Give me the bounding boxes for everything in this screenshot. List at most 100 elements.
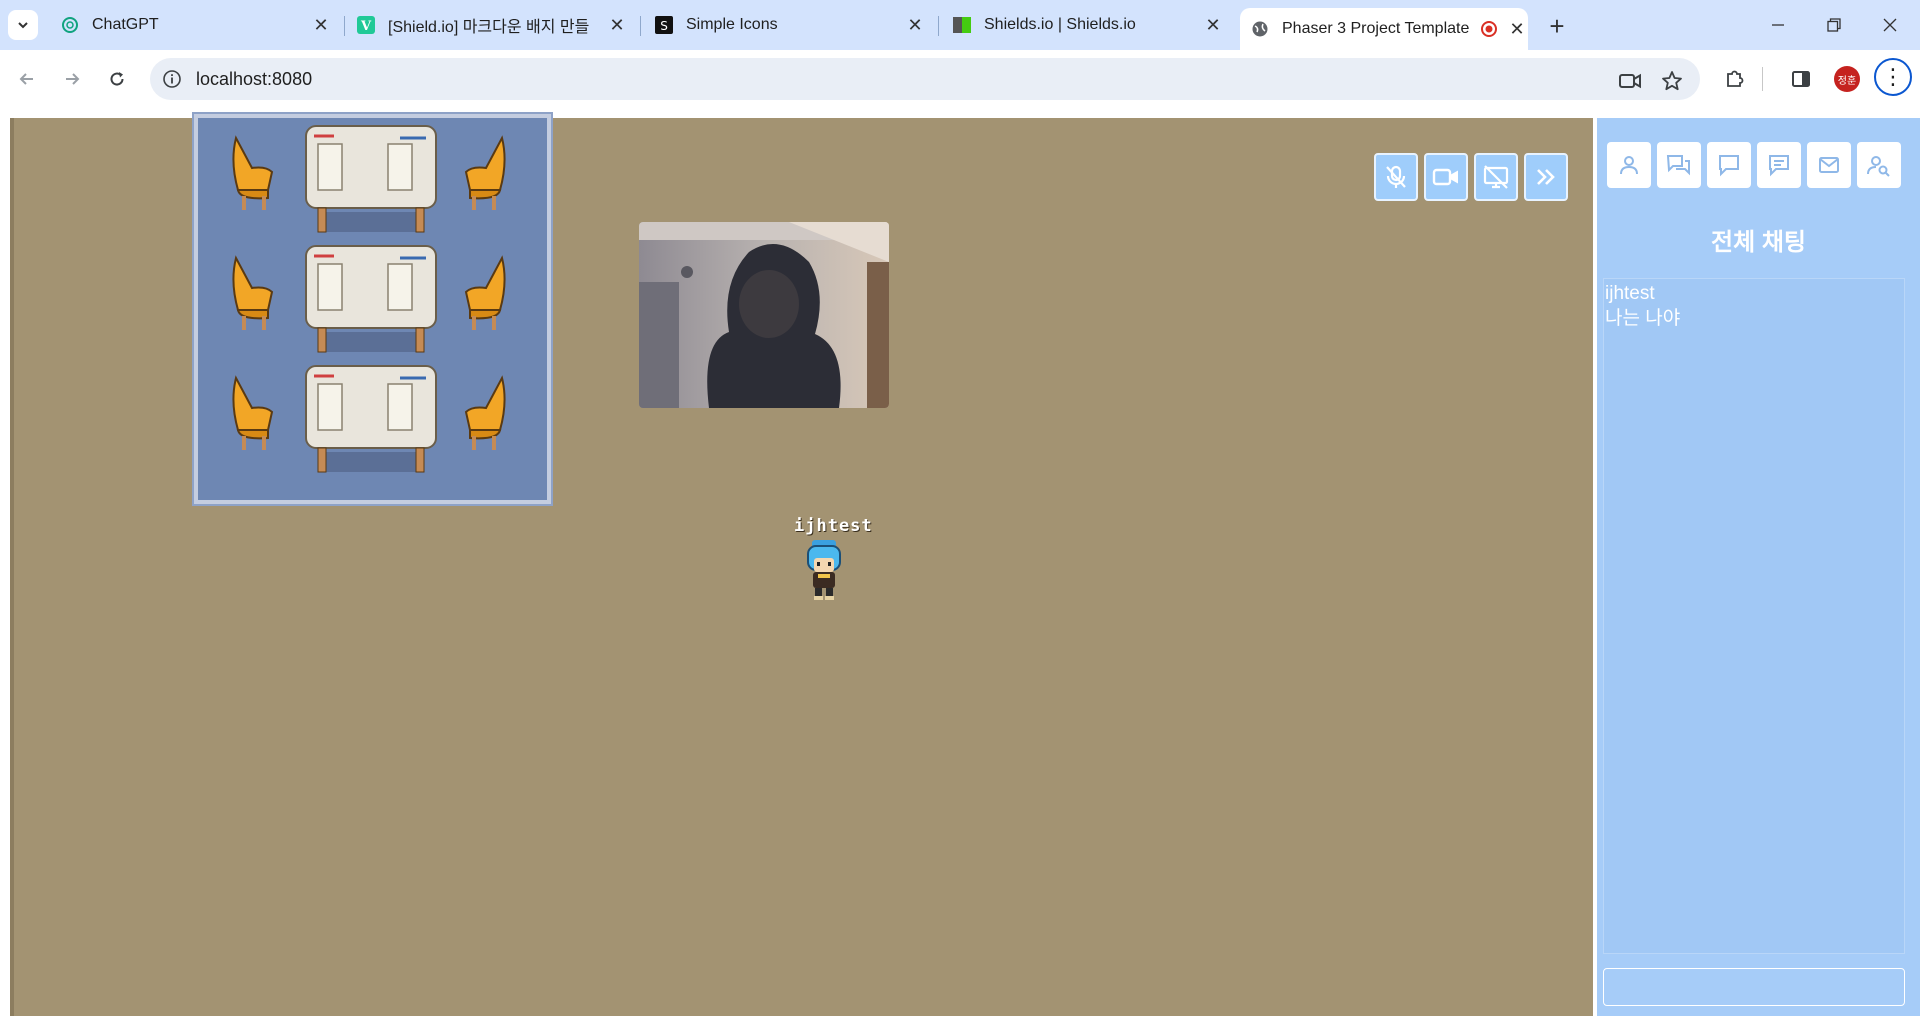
close-icon[interactable]: ✕ — [310, 14, 332, 36]
mic-toggle-button[interactable] — [1374, 153, 1418, 201]
webcam-image — [639, 222, 889, 408]
chair-icon — [232, 255, 274, 330]
player-name-label: ijhtest — [794, 516, 873, 536]
simple-icons-icon: S — [654, 15, 674, 35]
tab-title: Shields.io | Shields.io — [984, 16, 1136, 33]
globe-icon — [1250, 19, 1270, 39]
back-button[interactable] — [12, 64, 42, 94]
chat-message: ijhtest 나는 나야 — [1605, 281, 1903, 331]
tab-simple-icons[interactable]: S Simple Icons ✕ — [654, 8, 926, 42]
tab-title: ChatGPT — [92, 16, 159, 33]
tab-separator — [640, 16, 641, 36]
chat-log: ijhtest 나는 나야 — [1603, 278, 1905, 954]
chair-icon — [464, 255, 506, 330]
side-panel-icon — [1792, 71, 1810, 87]
minimize-icon — [1772, 24, 1784, 26]
toolbar-divider — [1762, 67, 1763, 91]
tab-title: Simple Icons — [686, 16, 778, 33]
svg-text:V: V — [360, 19, 372, 34]
velog-icon: V — [356, 15, 376, 35]
chatgpt-icon — [60, 15, 80, 35]
chat-input[interactable] — [1603, 968, 1905, 1006]
tab-strip: ChatGPT ✕ V [Shield.io] 마크다운 배지 만들 ✕ S S… — [0, 0, 1920, 50]
puzzle-icon — [1727, 70, 1744, 87]
desk-icon — [305, 365, 437, 473]
chats-icon — [1666, 155, 1690, 176]
mail-button[interactable] — [1807, 142, 1851, 188]
message-text-icon — [1769, 155, 1789, 177]
tab-separator — [344, 16, 345, 36]
chat-button[interactable] — [1707, 142, 1751, 188]
chair-icon — [232, 375, 274, 450]
chevron-down-icon — [18, 22, 28, 29]
chair-icon — [464, 135, 506, 210]
chat-rooms-button[interactable] — [1657, 142, 1701, 188]
camera-in-use-icon[interactable] — [1618, 69, 1642, 93]
desk-group — [228, 124, 518, 234]
tab-separator — [938, 16, 939, 36]
chair-icon — [232, 135, 274, 210]
chat-text: 나는 나야 — [1605, 308, 1681, 329]
webcam-video — [639, 222, 889, 408]
page-viewport: ijhtest 전체 채팅 ijhtest 나는 나야 — [0, 108, 1920, 1030]
desk-group — [228, 244, 518, 354]
close-icon[interactable]: ✕ — [606, 14, 628, 36]
expand-panel-button[interactable] — [1524, 153, 1568, 201]
mic-off-icon — [1386, 165, 1406, 188]
user-search-icon — [1867, 156, 1890, 177]
arrow-left-icon — [19, 73, 33, 85]
reload-button[interactable] — [102, 64, 132, 94]
screen-share-off-icon — [1483, 165, 1509, 189]
bookmark-star-icon[interactable] — [1660, 69, 1684, 93]
url-text: localhost:8080 — [196, 69, 313, 89]
address-bar[interactable]: localhost:8080 — [150, 58, 1700, 100]
chat-bubble-icon — [1719, 155, 1739, 177]
restore-icon — [1827, 18, 1841, 32]
video-toggle-button[interactable] — [1424, 153, 1468, 201]
forward-button[interactable] — [57, 64, 87, 94]
tab-search-button[interactable] — [8, 10, 38, 40]
desk-icon — [305, 125, 437, 233]
tab-title: Phaser 3 Project Template — [1282, 20, 1470, 37]
screen-share-button[interactable] — [1474, 153, 1518, 201]
messages-button[interactable] — [1757, 142, 1801, 188]
desk-icon — [305, 245, 437, 353]
svg-text:S: S — [660, 19, 668, 33]
close-icon[interactable]: ✕ — [1202, 14, 1224, 36]
player-avatar — [807, 540, 841, 600]
mail-icon — [1819, 157, 1839, 173]
minimize-button[interactable] — [1758, 10, 1798, 40]
close-icon — [1883, 18, 1897, 32]
game-canvas[interactable]: ijhtest — [10, 114, 1593, 1016]
side-panel-button[interactable] — [1786, 64, 1816, 94]
chat-title: 전체 채팅 — [1711, 229, 1806, 256]
user-icon — [1620, 156, 1638, 175]
new-tab-button[interactable]: + — [1543, 11, 1571, 41]
browser-menu-button[interactable]: ⋮ — [1874, 58, 1912, 96]
users-button[interactable] — [1607, 142, 1651, 188]
tab-chatgpt[interactable]: ChatGPT ✕ — [60, 8, 332, 42]
arrow-right-icon — [66, 73, 80, 85]
chat-sidebar: 전체 채팅 ijhtest 나는 나야 — [1597, 118, 1920, 1016]
tab-shields[interactable]: Shields.io | Shields.io ✕ — [952, 8, 1224, 42]
meeting-room — [194, 114, 551, 504]
close-icon[interactable]: ✕ — [1506, 18, 1528, 40]
more-vertical-icon: ⋮ — [1882, 64, 1904, 89]
close-icon[interactable]: ✕ — [904, 14, 926, 36]
restore-button[interactable] — [1814, 10, 1854, 40]
video-camera-icon — [1432, 168, 1458, 186]
extensions-button[interactable] — [1720, 64, 1750, 94]
desk-group — [228, 364, 518, 474]
browser-toolbar: localhost:8080 정훈 ⋮ — [0, 50, 1920, 108]
tab-phaser[interactable]: Phaser 3 Project Template ✕ — [1240, 8, 1528, 50]
chair-icon — [464, 375, 506, 450]
site-info-icon[interactable] — [162, 69, 182, 89]
close-window-button[interactable] — [1870, 10, 1910, 40]
user-search-button[interactable] — [1857, 142, 1901, 188]
profile-avatar[interactable]: 정훈 — [1834, 66, 1860, 92]
shields-icon — [952, 15, 972, 35]
chat-sender: ijhtest — [1605, 283, 1655, 304]
reload-icon — [110, 72, 124, 86]
tab-velog[interactable]: V [Shield.io] 마크다운 배지 만들 ✕ — [356, 8, 628, 42]
recording-icon — [1478, 18, 1500, 40]
